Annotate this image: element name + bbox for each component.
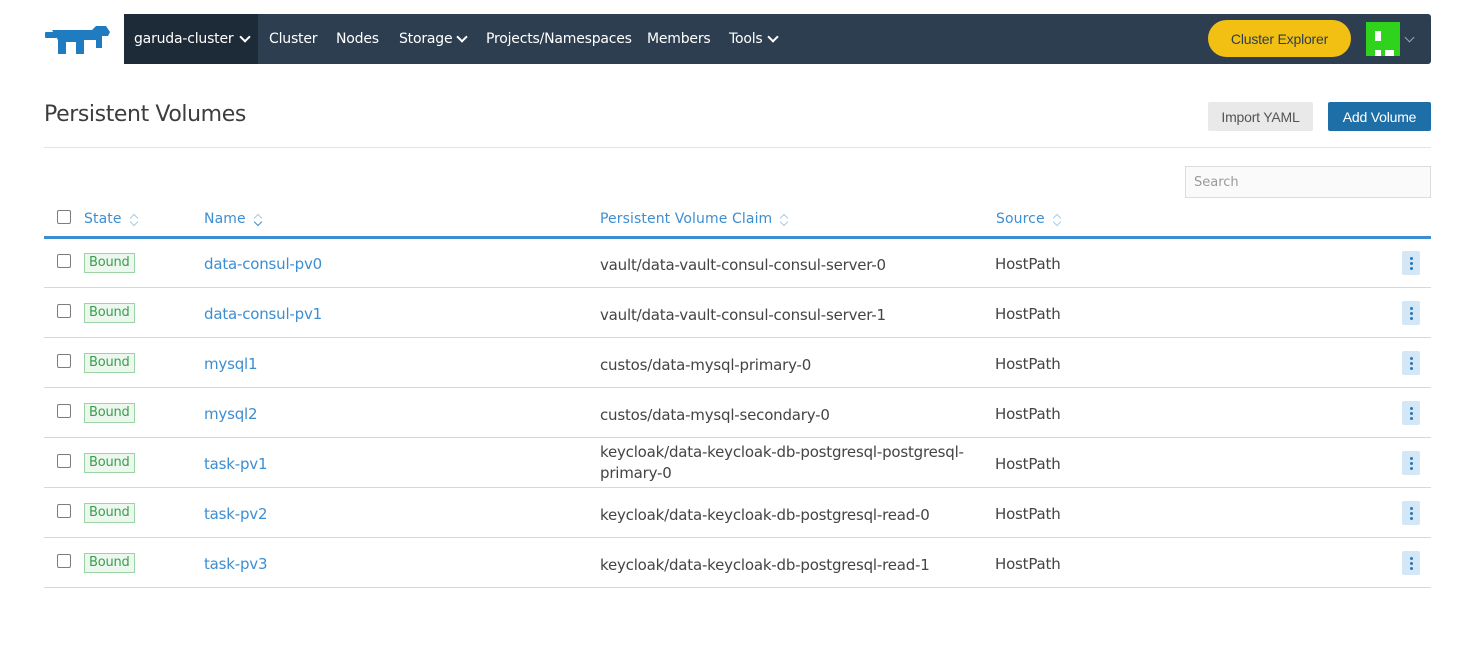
volume-source: HostPath [995, 455, 1061, 473]
volume-source: HostPath [995, 405, 1061, 423]
volume-claim: custos/data-mysql-primary-0 [600, 356, 812, 374]
table-row: Bound task-pv3 keycloak/data-keycloak-db… [44, 538, 1431, 588]
status-badge: Bound [84, 353, 135, 373]
status-badge: Bound [84, 453, 135, 473]
volume-claim: custos/data-mysql-secondary-0 [600, 406, 830, 424]
row-checkbox[interactable] [57, 304, 71, 318]
nav-projects-namespaces[interactable]: Projects/Namespaces [486, 14, 632, 64]
table-row: Bound mysql1 custos/data-mysql-primary-0… [44, 338, 1431, 388]
nav-nodes[interactable]: Nodes [336, 14, 379, 64]
cluster-explorer-button[interactable]: Cluster Explorer [1208, 20, 1351, 57]
column-header-claim[interactable]: Persistent Volume Claim [600, 211, 788, 227]
import-yaml-button[interactable]: Import YAML [1208, 102, 1313, 131]
row-checkbox[interactable] [57, 404, 71, 418]
rancher-logo-icon[interactable] [44, 24, 112, 56]
chevron-down-icon [456, 31, 469, 43]
page-title: Persistent Volumes [44, 102, 246, 127]
table-row: Bound mysql2 custos/data-mysql-secondary… [44, 388, 1431, 438]
row-actions-button[interactable] [1402, 451, 1420, 475]
row-actions-button[interactable] [1402, 501, 1420, 525]
row-actions-button[interactable] [1402, 301, 1420, 325]
row-actions-button[interactable] [1402, 401, 1420, 425]
table-row: Bound data-consul-pv0 vault/data-vault-c… [44, 238, 1431, 288]
row-checkbox[interactable] [57, 554, 71, 568]
volume-name-link[interactable]: task-pv2 [204, 505, 268, 523]
chevron-down-icon [239, 31, 252, 43]
sort-icon [1053, 212, 1061, 226]
volume-source: HostPath [995, 355, 1061, 373]
sort-icon [130, 212, 138, 226]
row-actions-button[interactable] [1402, 551, 1420, 575]
add-volume-button[interactable]: Add Volume [1328, 102, 1431, 131]
nav-cluster[interactable]: Cluster [269, 14, 317, 64]
status-badge: Bound [84, 553, 135, 573]
nav-storage[interactable]: Storage [399, 14, 469, 64]
avatar[interactable] [1366, 22, 1400, 56]
search-input[interactable] [1185, 166, 1431, 198]
status-badge: Bound [84, 253, 135, 273]
status-badge: Bound [84, 303, 135, 323]
volume-name-link[interactable]: data-consul-pv1 [204, 305, 322, 323]
volume-name-link[interactable]: mysql2 [204, 405, 258, 423]
user-menu-chevron-icon[interactable] [1404, 32, 1415, 43]
row-checkbox[interactable] [57, 354, 71, 368]
chevron-down-icon [766, 31, 779, 43]
cluster-name: garuda-cluster [134, 31, 234, 47]
divider [44, 147, 1431, 148]
table-row: Bound task-pv1 keycloak/data-keycloak-db… [44, 438, 1431, 488]
volume-claim: keycloak/data-keycloak-db-postgresql-pos… [600, 443, 964, 482]
volume-name-link[interactable]: mysql1 [204, 355, 258, 373]
volume-name-link[interactable]: data-consul-pv0 [204, 255, 322, 273]
top-navbar: garuda-cluster Cluster Nodes Storage Pro… [124, 14, 1431, 64]
status-badge: Bound [84, 403, 135, 423]
nav-tools[interactable]: Tools [729, 14, 779, 64]
column-header-name[interactable]: Name [204, 211, 262, 227]
row-checkbox[interactable] [57, 504, 71, 518]
table-row: Bound task-pv2 keycloak/data-keycloak-db… [44, 488, 1431, 538]
sort-icon [254, 212, 262, 226]
table-row: Bound data-consul-pv1 vault/data-vault-c… [44, 288, 1431, 338]
volume-claim: vault/data-vault-consul-consul-server-1 [600, 306, 886, 324]
row-checkbox[interactable] [57, 254, 71, 268]
volume-source: HostPath [995, 255, 1061, 273]
column-header-source[interactable]: Source [996, 211, 1061, 227]
sort-icon [780, 212, 788, 226]
row-checkbox[interactable] [57, 454, 71, 468]
volume-source: HostPath [995, 555, 1061, 573]
column-header-state[interactable]: State [84, 211, 138, 227]
volume-source: HostPath [995, 505, 1061, 523]
select-all-checkbox[interactable] [57, 210, 71, 224]
row-actions-button[interactable] [1402, 251, 1420, 275]
volume-name-link[interactable]: task-pv1 [204, 455, 268, 473]
nav-members[interactable]: Members [647, 14, 711, 64]
status-badge: Bound [84, 503, 135, 523]
volume-claim: vault/data-vault-consul-consul-server-0 [600, 256, 886, 274]
volume-claim: keycloak/data-keycloak-db-postgresql-rea… [600, 556, 930, 574]
volume-claim: keycloak/data-keycloak-db-postgresql-rea… [600, 506, 930, 524]
volume-source: HostPath [995, 305, 1061, 323]
volume-name-link[interactable]: task-pv3 [204, 555, 268, 573]
row-actions-button[interactable] [1402, 351, 1420, 375]
cluster-switcher[interactable]: garuda-cluster [124, 14, 258, 64]
